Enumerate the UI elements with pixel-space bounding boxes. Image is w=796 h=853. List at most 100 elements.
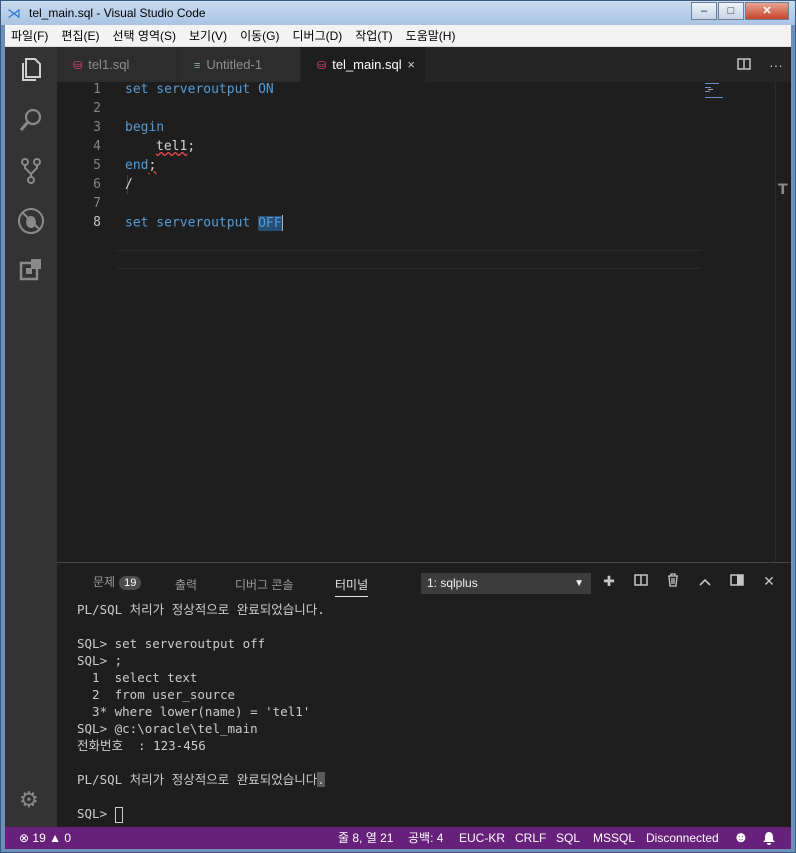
code-line-1: set serveroutput ON — [125, 82, 274, 97]
tab-terminal[interactable]: 터미널 — [335, 576, 369, 597]
line-number: 2 — [93, 101, 101, 116]
menu-selection[interactable]: 선택 영역(S) — [106, 27, 183, 44]
terminal-line: 1 select text — [77, 670, 198, 685]
chevron-up-icon[interactable] — [689, 573, 721, 590]
cursor-position[interactable]: 줄 8, 열 21 — [338, 827, 393, 849]
minimap[interactable] — [705, 82, 775, 562]
menu-view[interactable]: 보기(V) — [183, 27, 234, 44]
encoding-status[interactable]: EUC-KR — [459, 827, 505, 849]
close-tab-icon[interactable]: × — [407, 47, 415, 82]
tab-output[interactable]: 출력 — [175, 576, 197, 593]
code-token: ON — [258, 82, 274, 97]
notification-bell-icon[interactable] — [762, 827, 776, 852]
line-number: 4 — [93, 139, 101, 154]
window-title: tel_main.sql - Visual Studio Code — [29, 6, 206, 20]
problems-status[interactable]: ⊗ 19 ▲ 0 — [19, 827, 71, 849]
vscode-workbench: ⚙ ⛁ tel1.sql ≡ Untitled-1 ⛁ tel_main.sql × … — [5, 47, 791, 849]
server-type[interactable]: MSSQL — [593, 827, 635, 849]
minimap-line — [705, 83, 719, 84]
indentation-status[interactable]: 공백: 4 — [408, 827, 443, 849]
chevron-down-icon: ▼ — [574, 578, 584, 589]
menu-bar: 파일(F) 편집(E) 선택 영역(S) 보기(V) 이동(G) 디버그(D) … — [5, 25, 791, 47]
extensions-icon[interactable] — [17, 257, 45, 285]
current-line-highlight — [117, 250, 701, 269]
explorer-icon[interactable] — [17, 57, 45, 85]
terminal-text: PL/SQL 처리가 정상적으로 완료되었습니다 — [77, 772, 318, 787]
file-lines-icon: ≡ — [194, 60, 201, 72]
settings-gear-icon[interactable]: ⚙ — [19, 787, 39, 813]
code-line-8: set serveroutput OFF — [125, 215, 283, 231]
tab-label: Untitled-1 — [206, 57, 263, 72]
terminal-select-value: 1: sqlplus — [427, 576, 478, 590]
minimize-button[interactable]: ‒ — [691, 2, 717, 20]
debug-icon[interactable] — [17, 207, 45, 235]
terminal-line: SQL> ; — [77, 653, 123, 668]
terminal-prompt-line: SQL> — [77, 805, 777, 823]
terminal-prompt: SQL> — [77, 806, 115, 821]
menu-help[interactable]: 도움말(H) — [400, 27, 463, 44]
vertical-scrollbar[interactable]: T — [775, 82, 791, 562]
source-control-icon[interactable] — [17, 157, 45, 185]
search-icon[interactable] — [17, 107, 45, 135]
close-panel-icon[interactable]: ✕ — [753, 573, 785, 590]
terminal-line: SQL> @c:\oracle\tel_main — [77, 721, 258, 736]
new-terminal-icon[interactable]: ✚ — [593, 573, 625, 590]
menu-go[interactable]: 이동(G) — [234, 27, 286, 44]
connection-status[interactable]: Disconnected — [646, 827, 719, 849]
split-terminal-icon[interactable] — [625, 573, 657, 590]
tab-untitled-1[interactable]: ≡ Untitled-1 — [178, 47, 300, 82]
trash-icon[interactable] — [657, 573, 689, 590]
code-token: ; — [148, 158, 157, 173]
terminal-select[interactable]: 1: sqlplus ▼ — [421, 573, 591, 594]
terminal-line: 전화번호 : 123-456 — [77, 738, 206, 753]
selected-token: OFF — [258, 215, 282, 231]
code-token: / — [125, 177, 133, 192]
tab-tel1-sql[interactable]: ⛁ tel1.sql — [57, 47, 177, 82]
terminal-cursor — [114, 806, 123, 823]
line-number: 6 — [93, 177, 101, 192]
menu-debug[interactable]: 디버그(D) — [286, 27, 349, 44]
terminal-line: SQL> set serveroutput off — [77, 636, 266, 651]
code-editor[interactable]: 1 2 3 4 5 6 7 8 set serveroutput ON begi… — [57, 82, 791, 562]
code-token: begin — [125, 120, 165, 135]
terminal-line: PL/SQL 처리가 정상적으로 완료되었습니다. — [77, 771, 777, 788]
terminal-line: 3* where lower(name) = 'tel1' — [77, 704, 311, 719]
text-cursor — [281, 215, 283, 231]
feedback-smiley-icon[interactable]: ☻ — [733, 827, 749, 849]
panel-tabs: 문제 19 출력 디버그 콘솔 터미널 1: sqlplus ▼ ✚ ✕ — [57, 563, 791, 603]
terminal-line: 2 from user_source — [77, 687, 236, 702]
tab-problems[interactable]: 문제 19 — [93, 573, 142, 590]
code-line-5: end; — [125, 158, 156, 173]
line-number: 1 — [93, 82, 101, 97]
menu-edit[interactable]: 편집(E) — [55, 27, 106, 44]
terminal-output[interactable]: PL/SQL 처리가 정상적으로 완료되었습니다. SQL> set serve… — [77, 601, 777, 823]
menu-tasks[interactable]: 작업(T) — [349, 27, 399, 44]
activity-bar: ⚙ — [5, 47, 57, 827]
minimap-line — [705, 87, 711, 88]
language-mode[interactable]: SQL — [556, 827, 580, 849]
bottom-panel: 문제 19 출력 디버그 콘솔 터미널 1: sqlplus ▼ ✚ ✕ PL/SQ… — [57, 562, 791, 827]
window: ⋊ tel_main.sql - Visual Studio Code ‒ □ … — [0, 0, 796, 853]
overview-ruler-marker: T — [778, 182, 788, 198]
tab-tel-main-sql[interactable]: ⛁ tel_main.sql × — [301, 47, 425, 82]
warning-icon: ▲ — [49, 831, 61, 845]
more-actions-icon[interactable]: ··· — [769, 57, 783, 73]
panel-actions: ✚ ✕ — [593, 573, 785, 590]
terminal-line: PL/SQL 처리가 정상적으로 완료되었습니다. — [77, 602, 325, 617]
tab-debug-console[interactable]: 디버그 콘솔 — [235, 576, 294, 593]
problems-count-badge: 19 — [119, 576, 142, 590]
split-editor-icon[interactable] — [737, 57, 751, 73]
editor-actions: ··· — [719, 47, 783, 82]
code-token: set serveroutput — [125, 82, 259, 97]
code-token: ; — [187, 139, 196, 154]
maximize-button[interactable]: □ — [718, 2, 744, 20]
panel-layout-icon[interactable] — [721, 573, 753, 590]
code-line-3: begin — [125, 120, 164, 135]
menu-file[interactable]: 파일(F) — [5, 27, 55, 44]
code-line-4: tel1; — [156, 139, 195, 154]
line-number: 7 — [93, 196, 101, 211]
close-window-button[interactable]: ✕ — [745, 2, 789, 20]
tab-label: tel_main.sql — [332, 57, 402, 72]
eol-status[interactable]: CRLF — [515, 827, 546, 849]
